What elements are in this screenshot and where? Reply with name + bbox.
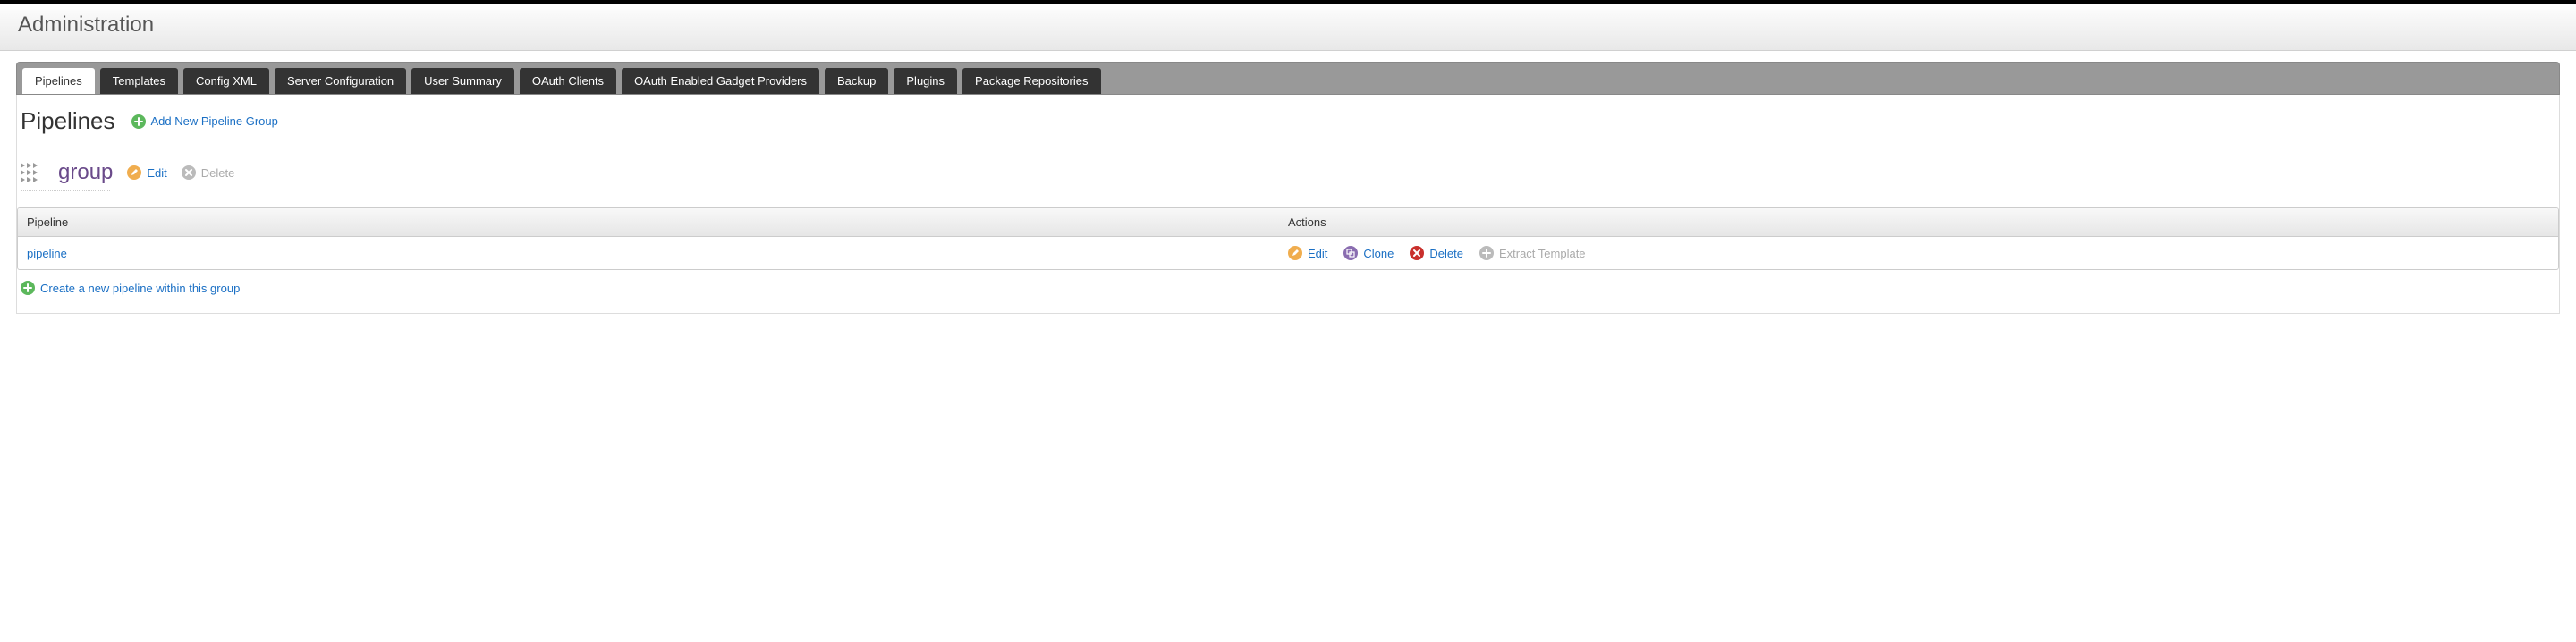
tab-backup[interactable]: Backup	[825, 68, 888, 94]
tab-oauth-gadget-providers[interactable]: OAuth Enabled Gadget Providers	[622, 68, 819, 94]
tab-server-configuration[interactable]: Server Configuration	[275, 68, 406, 94]
tab-pipelines[interactable]: Pipelines	[22, 68, 95, 94]
pencil-icon	[1288, 246, 1302, 260]
group-underline	[21, 190, 110, 191]
tab-templates[interactable]: Templates	[100, 68, 178, 94]
group-edit-link[interactable]: Edit	[127, 165, 166, 180]
page-title: Administration	[18, 13, 2558, 38]
section-header: Pipelines Add New Pipeline Group	[17, 107, 2559, 135]
tab-config-xml[interactable]: Config XML	[183, 68, 269, 94]
page-header: Administration	[0, 4, 2576, 51]
page-body: Pipelines Add New Pipeline Group	[16, 95, 2560, 314]
col-header-actions: Actions	[1288, 215, 2549, 229]
plus-icon	[1479, 246, 1494, 260]
tab-oauth-clients[interactable]: OAuth Clients	[520, 68, 616, 94]
col-header-pipeline: Pipeline	[27, 215, 1288, 229]
copy-icon	[1343, 246, 1358, 260]
pipelines-table: Pipeline Actions pipeline Edit	[17, 207, 2559, 270]
tab-plugins[interactable]: Plugins	[894, 68, 957, 94]
add-pipeline-group-link[interactable]: Add New Pipeline Group	[131, 114, 278, 129]
add-pipeline-group-label: Add New Pipeline Group	[151, 114, 278, 128]
table-row: pipeline Edit Clone	[18, 237, 2558, 269]
pipeline-clone-link[interactable]: Clone	[1343, 246, 1394, 260]
group-header: group Edit Delete	[17, 160, 2559, 192]
plus-icon	[131, 114, 146, 129]
pencil-icon	[127, 165, 141, 180]
group-edit-label: Edit	[147, 166, 166, 180]
tab-package-repositories[interactable]: Package Repositories	[962, 68, 1100, 94]
section-title: Pipelines	[21, 107, 115, 135]
create-pipeline-link[interactable]: Create a new pipeline within this group	[21, 281, 240, 295]
tab-bar: Pipelines Templates Config XML Server Co…	[16, 62, 2560, 95]
x-icon	[182, 165, 196, 180]
pipeline-clone-label: Clone	[1363, 247, 1394, 260]
table-header: Pipeline Actions	[18, 208, 2558, 237]
pipeline-edit-link[interactable]: Edit	[1288, 246, 1327, 260]
group-icon	[21, 163, 44, 182]
create-pipeline-label: Create a new pipeline within this group	[40, 282, 240, 295]
pipeline-extract-template-label: Extract Template	[1499, 247, 1586, 260]
x-icon	[1410, 246, 1424, 260]
create-pipeline-link-row: Create a new pipeline within this group	[17, 281, 2559, 295]
pipeline-delete-label: Delete	[1429, 247, 1463, 260]
pipeline-name-link[interactable]: pipeline	[27, 247, 67, 260]
group-delete-link: Delete	[182, 165, 235, 180]
tab-user-summary[interactable]: User Summary	[411, 68, 514, 94]
group-name: group	[58, 160, 113, 185]
pipeline-delete-link[interactable]: Delete	[1410, 246, 1463, 260]
pipeline-edit-label: Edit	[1308, 247, 1327, 260]
group-delete-label: Delete	[201, 166, 235, 180]
plus-icon	[21, 281, 35, 295]
pipeline-extract-template-link: Extract Template	[1479, 246, 1586, 260]
